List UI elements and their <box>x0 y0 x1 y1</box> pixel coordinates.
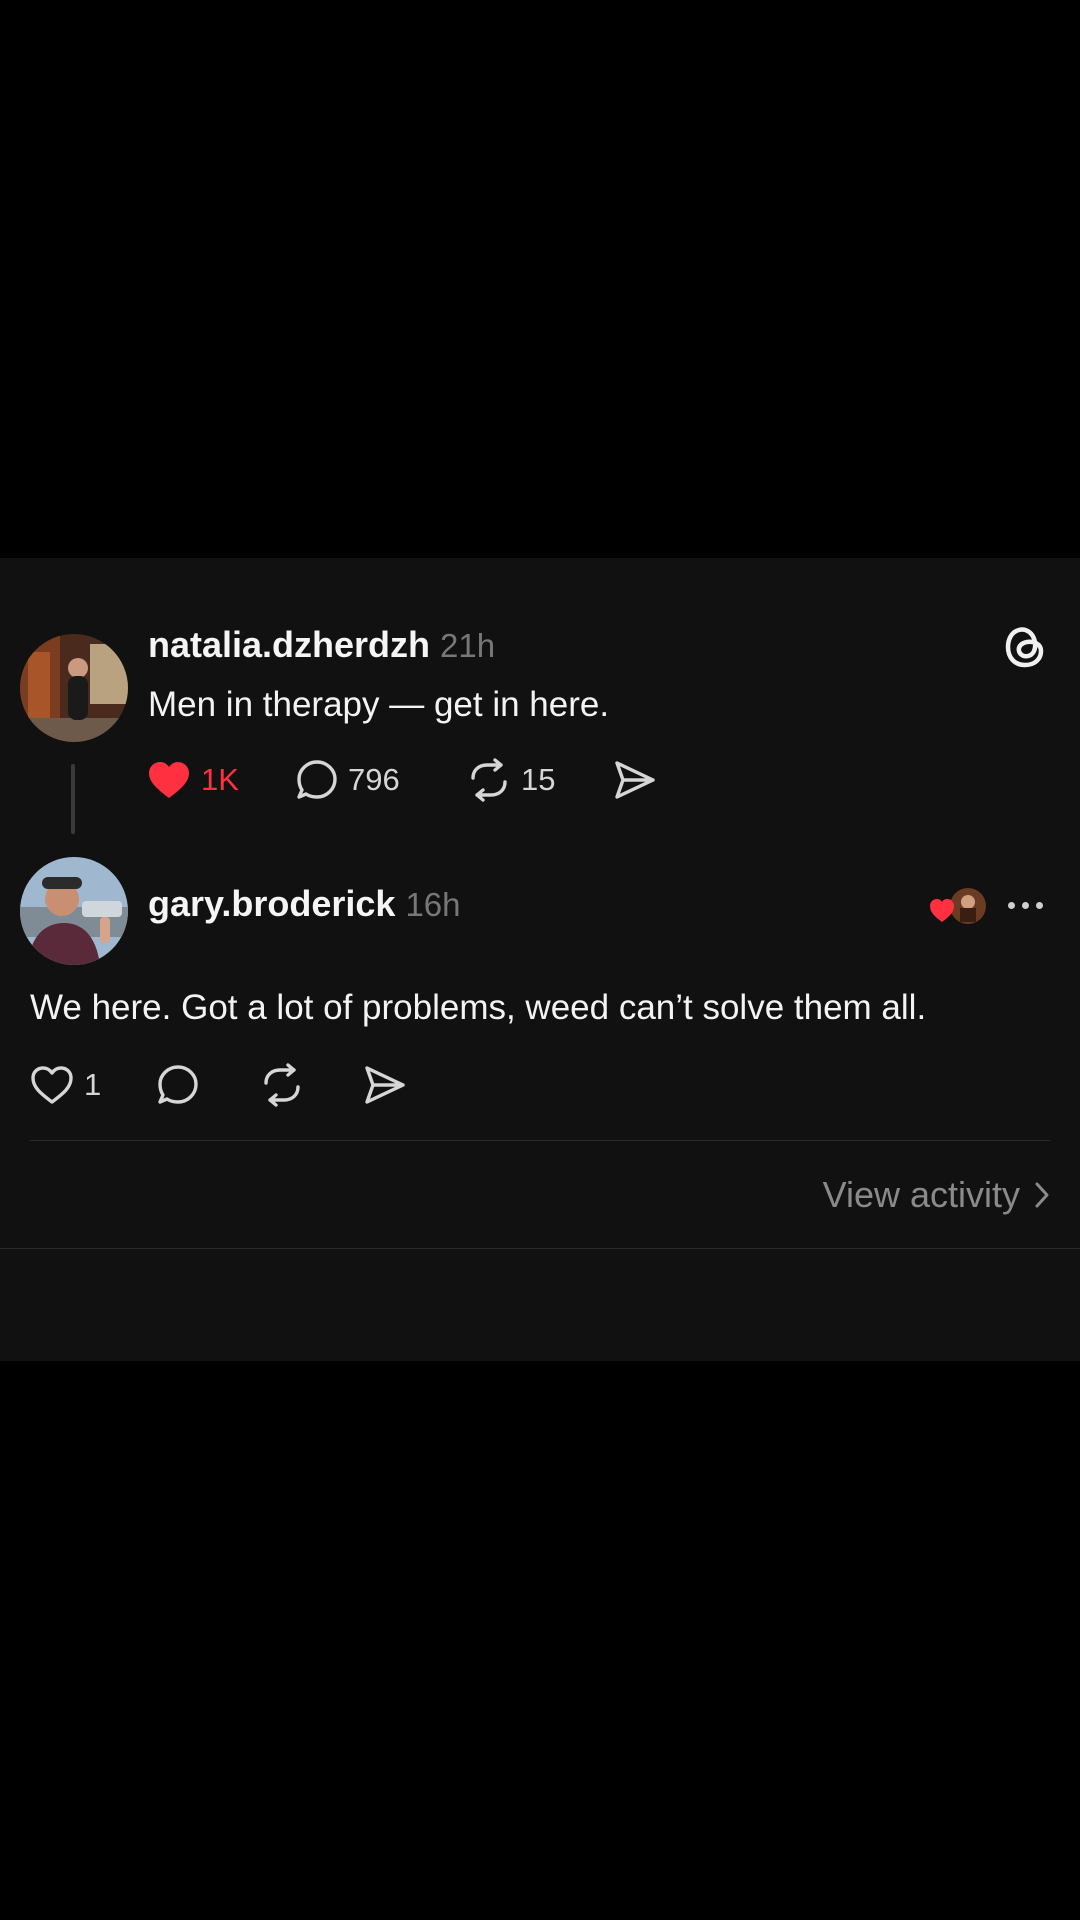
more-options-button[interactable] <box>1008 890 1043 920</box>
post-author[interactable]: natalia.dzherdzh 21h <box>148 624 495 666</box>
threads-logo-icon[interactable] <box>1003 622 1047 675</box>
send-icon <box>365 1066 405 1104</box>
reply-comment-button[interactable] <box>157 1061 199 1109</box>
avatar-natalia[interactable] <box>20 634 128 742</box>
share-button[interactable] <box>613 756 657 804</box>
heart-filled-icon <box>149 762 189 798</box>
reply-username[interactable]: gary.broderick <box>148 883 395 924</box>
dot-icon <box>1022 901 1029 909</box>
chevron-right-icon <box>1035 1182 1049 1208</box>
thread-connector-line <box>71 764 75 834</box>
reply-like-count: 1 <box>84 1067 102 1102</box>
dot-icon <box>1036 901 1043 909</box>
reply-repost-button[interactable] <box>260 1061 304 1109</box>
threads-post-card <box>0 558 1080 1361</box>
divider <box>30 1140 1050 1141</box>
reply-like-button[interactable]: 1 <box>30 1061 101 1109</box>
avatar-gary[interactable] <box>20 857 128 965</box>
comment-icon <box>297 760 337 799</box>
reply-author[interactable]: gary.broderick 16h <box>148 883 461 925</box>
dot-icon <box>1008 901 1015 909</box>
send-icon <box>615 761 655 799</box>
reply-count: 796 <box>348 762 400 797</box>
reply-button[interactable]: 796 <box>296 756 400 804</box>
repost-icon <box>264 1063 300 1107</box>
repost-count: 15 <box>521 762 556 797</box>
post-text: Men in therapy — get in here. <box>148 685 610 724</box>
post-time: 21h <box>440 627 496 664</box>
like-count: 1K <box>201 762 239 797</box>
like-button[interactable]: 1K <box>147 756 239 804</box>
reply-text: We here. Got a lot of problems, weed can… <box>30 988 927 1027</box>
repost-button[interactable]: 15 <box>467 756 555 804</box>
repost-icon <box>471 758 507 802</box>
view-activity-link[interactable]: View activity <box>760 1170 1050 1220</box>
heart-outline-icon <box>31 1066 73 1104</box>
reply-share-button[interactable] <box>363 1061 407 1109</box>
comment-icon <box>158 1065 198 1104</box>
post-username[interactable]: natalia.dzherdzh <box>148 624 430 665</box>
heart-badge-icon <box>930 899 954 922</box>
liked-by-author-indicator <box>928 884 988 932</box>
reply-time: 16h <box>405 886 461 923</box>
view-activity-label: View activity <box>822 1174 1020 1215</box>
divider <box>0 1248 1080 1249</box>
